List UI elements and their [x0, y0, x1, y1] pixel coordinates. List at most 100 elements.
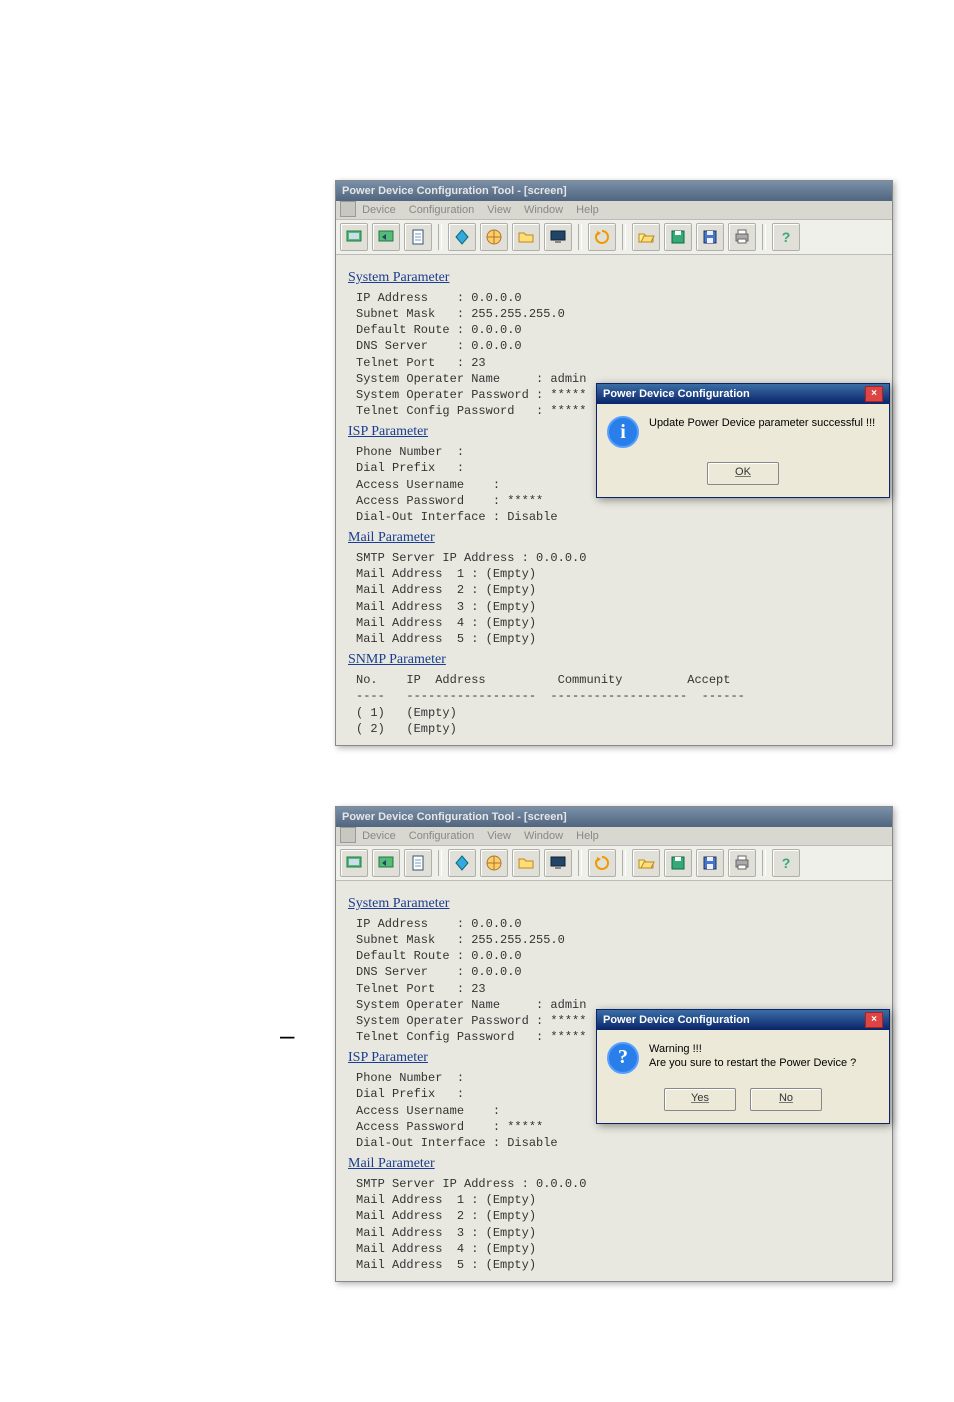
disk-icon[interactable]	[664, 223, 692, 251]
dialog-title: Power Device Configuration	[603, 1010, 750, 1030]
param-line: SMTP Server IP Address : 0.0.0.0	[356, 550, 880, 566]
dash-mark: –	[280, 1020, 294, 1051]
globe-icon[interactable]	[480, 849, 508, 877]
device-icon[interactable]	[340, 223, 368, 251]
toolbar-separator	[622, 850, 626, 876]
svg-text:?: ?	[782, 855, 791, 871]
dialog-titlebar: Power Device Configuration ×	[597, 1010, 889, 1030]
toolbar-separator	[622, 224, 626, 250]
menu-help[interactable]: Help	[576, 830, 599, 842]
device-back-icon[interactable]	[372, 223, 400, 251]
toolbar-separator	[578, 850, 582, 876]
refresh-icon[interactable]	[588, 223, 616, 251]
close-icon[interactable]: ×	[865, 1012, 883, 1028]
help-icon[interactable]: ?	[772, 223, 800, 251]
monitor-icon[interactable]	[544, 849, 572, 877]
param-line: Mail Address 3 : (Empty)	[356, 599, 880, 615]
refresh-icon[interactable]	[588, 849, 616, 877]
toolbar-separator	[578, 224, 582, 250]
open-icon[interactable]	[632, 223, 660, 251]
disk-icon[interactable]	[664, 849, 692, 877]
snmp-header: No. IP Address Community Accept	[356, 672, 880, 688]
param-line: Telnet Port : 23	[356, 981, 880, 997]
menu-device[interactable]: Device	[362, 830, 396, 842]
snmp-row: ( 2) (Empty)	[356, 721, 880, 737]
toolbar: ?	[336, 846, 892, 881]
param-line: Default Route : 0.0.0.0	[356, 322, 880, 338]
save-icon[interactable]	[696, 223, 724, 251]
param-line: Mail Address 2 : (Empty)	[356, 1208, 880, 1224]
dialog-titlebar: Power Device Configuration ×	[597, 384, 889, 404]
menu-window[interactable]: Window	[524, 830, 563, 842]
menu-view[interactable]: View	[487, 204, 511, 216]
dialog-line-1: Warning !!!	[649, 1042, 879, 1056]
no-button[interactable]: No	[750, 1088, 822, 1111]
help-icon[interactable]: ?	[772, 849, 800, 877]
save-icon[interactable]	[696, 849, 724, 877]
question-icon: ?	[607, 1042, 639, 1074]
window-title: Power Device Configuration Tool - [scree…	[342, 185, 567, 197]
section-snmp-parameter[interactable]: SNMP Parameter	[348, 651, 880, 670]
param-line: Default Route : 0.0.0.0	[356, 948, 880, 964]
param-line: Mail Address 1 : (Empty)	[356, 1192, 880, 1208]
section-system-parameter[interactable]: System Parameter	[348, 269, 880, 288]
param-line: Mail Address 1 : (Empty)	[356, 566, 880, 582]
content-area: System Parameter IP Address : 0.0.0.0 Su…	[336, 881, 892, 1281]
device-back-icon[interactable]	[372, 849, 400, 877]
printer-icon[interactable]	[728, 223, 756, 251]
menu-device[interactable]: Device	[362, 204, 396, 216]
content-area: System Parameter IP Address : 0.0.0.0 Su…	[336, 255, 892, 745]
app-window-2: Power Device Configuration Tool - [scree…	[335, 806, 893, 1282]
param-line: Subnet Mask : 255.255.255.0	[356, 932, 880, 948]
param-line: Telnet Port : 23	[356, 355, 880, 371]
menu-configuration[interactable]: Configuration	[409, 204, 474, 216]
diamond-icon[interactable]	[448, 849, 476, 877]
open-icon[interactable]	[632, 849, 660, 877]
param-line: Mail Address 5 : (Empty)	[356, 631, 880, 647]
svg-text:?: ?	[782, 229, 791, 245]
monitor-icon[interactable]	[544, 223, 572, 251]
menu-bar: Device Configuration View Window Help	[336, 201, 892, 220]
dialog-confirm: Power Device Configuration × ? Warning !…	[596, 1009, 890, 1124]
menu-window[interactable]: Window	[524, 204, 563, 216]
param-line: Dial-Out Interface : Disable	[356, 509, 880, 525]
param-line: DNS Server : 0.0.0.0	[356, 964, 880, 980]
yes-button[interactable]: Yes	[664, 1088, 736, 1111]
globe-icon[interactable]	[480, 223, 508, 251]
folder-icon[interactable]	[512, 849, 540, 877]
param-line: Dial-Out Interface : Disable	[356, 1135, 880, 1151]
menu-bar: Device Configuration View Window Help	[336, 827, 892, 846]
printer-icon[interactable]	[728, 849, 756, 877]
param-line: Mail Address 3 : (Empty)	[356, 1225, 880, 1241]
close-icon[interactable]: ×	[865, 386, 883, 402]
snmp-row: ( 1) (Empty)	[356, 705, 880, 721]
window-titlebar: Power Device Configuration Tool - [scree…	[336, 181, 892, 201]
device-icon[interactable]	[340, 849, 368, 877]
diamond-icon[interactable]	[448, 223, 476, 251]
section-mail-parameter[interactable]: Mail Parameter	[348, 1155, 880, 1174]
dialog-message: Update Power Device parameter successful…	[649, 416, 879, 430]
param-line: Mail Address 4 : (Empty)	[356, 1241, 880, 1257]
menu-configuration[interactable]: Configuration	[409, 830, 474, 842]
app-window-1: Power Device Configuration Tool - [scree…	[335, 180, 893, 746]
window-title: Power Device Configuration Tool - [scree…	[342, 811, 567, 823]
section-system-parameter[interactable]: System Parameter	[348, 895, 880, 914]
toolbar-separator	[438, 224, 442, 250]
toolbar-separator	[762, 224, 766, 250]
param-line: Mail Address 4 : (Empty)	[356, 615, 880, 631]
document-icon[interactable]	[404, 223, 432, 251]
dialog-message: Warning !!! Are you sure to restart the …	[649, 1042, 879, 1071]
ok-button[interactable]: OK	[707, 462, 779, 485]
param-line: Subnet Mask : 255.255.255.0	[356, 306, 880, 322]
document-icon[interactable]	[404, 849, 432, 877]
section-mail-parameter[interactable]: Mail Parameter	[348, 529, 880, 548]
folder-icon[interactable]	[512, 223, 540, 251]
menu-view[interactable]: View	[487, 830, 511, 842]
app-icon	[340, 827, 356, 843]
app-icon	[340, 201, 356, 217]
dialog-info: Power Device Configuration × i Update Po…	[596, 383, 890, 498]
menu-help[interactable]: Help	[576, 204, 599, 216]
snmp-separator: ---- ------------------ ----------------…	[356, 688, 880, 704]
toolbar-separator	[762, 850, 766, 876]
dialog-line-2: Are you sure to restart the Power Device…	[649, 1056, 879, 1070]
